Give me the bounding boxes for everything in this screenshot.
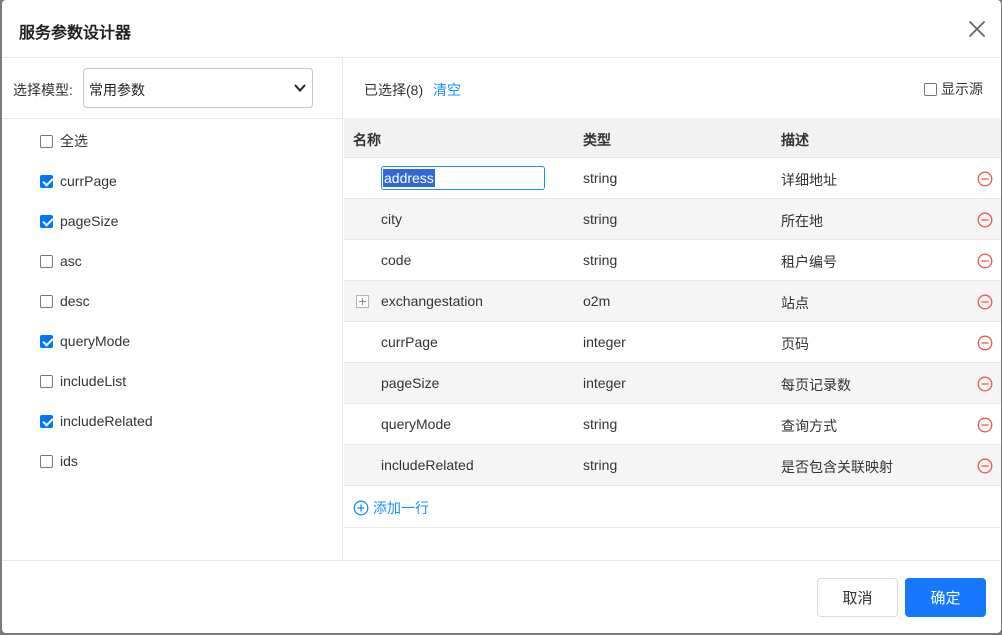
model-panel: 选择模型: 常用参数 全选 currPage pageSize asc desc… — [2, 58, 343, 560]
table-header: 名称 类型 描述 — [344, 118, 1001, 158]
desc-cell: 是否包含关联映射 — [781, 459, 893, 475]
service-param-designer-dialog: 服务参数设计器 选择模型: 常用参数 全选 currPage pageSize … — [2, 0, 1001, 633]
remove-row-icon[interactable] — [977, 335, 993, 351]
checkbox[interactable] — [40, 374, 53, 388]
checkbox-item-select-all[interactable]: 全选 — [40, 131, 88, 151]
add-row-label: 添加一行 — [373, 500, 429, 516]
desc-cell: 查询方式 — [781, 418, 837, 434]
remove-row-icon[interactable] — [977, 212, 993, 228]
name-cell[interactable]: exchangestation — [381, 293, 483, 309]
type-cell: o2m — [583, 293, 611, 309]
checkbox[interactable] — [40, 134, 53, 148]
desc-cell: 所在地 — [781, 213, 823, 229]
checkbox-label: currPage — [60, 173, 117, 189]
show-source-toggle[interactable]: 显示源 — [924, 79, 983, 99]
checkbox-label: queryMode — [60, 333, 131, 349]
checkbox[interactable] — [40, 294, 53, 308]
add-row-button[interactable]: 添加一行 — [353, 498, 429, 518]
table-row: code string 租户编号 — [344, 240, 1001, 281]
name-cell[interactable]: currPage — [381, 334, 438, 350]
desc-cell: 页码 — [781, 336, 809, 352]
table-row: pageSize integer 每页记录数 — [344, 363, 1001, 404]
plus-circle-icon — [353, 500, 369, 516]
model-select-value: 常用参数 — [89, 82, 145, 98]
desc-cell: 每页记录数 — [781, 377, 851, 393]
clear-link[interactable]: 清空 — [433, 80, 461, 100]
name-cell[interactable]: queryMode — [381, 416, 451, 432]
table-row: address string 详细地址 — [344, 158, 1001, 199]
type-cell: string — [583, 457, 618, 473]
checkbox-item-desc[interactable]: desc — [40, 291, 90, 311]
table-row: includeRelated string 是否包含关联映射 — [344, 445, 1001, 486]
remove-row-icon[interactable] — [977, 458, 993, 474]
show-source-checkbox[interactable] — [924, 82, 937, 96]
remove-row-icon[interactable] — [977, 171, 993, 187]
confirm-button[interactable]: 确定 — [905, 578, 986, 617]
name-cell[interactable]: pageSize — [381, 375, 439, 391]
remove-row-icon[interactable] — [977, 376, 993, 392]
chevron-down-icon — [294, 84, 306, 92]
checkbox-item-pageSize[interactable]: pageSize — [40, 211, 118, 231]
checkbox-item-currPage[interactable]: currPage — [40, 171, 117, 191]
type-cell: string — [583, 211, 618, 227]
checkbox-label: asc — [60, 253, 82, 269]
checkbox-item-includeRelated[interactable]: includeRelated — [40, 411, 153, 431]
name-cell[interactable]: includeRelated — [381, 457, 474, 473]
desc-cell: 详细地址 — [781, 172, 837, 188]
table-row: exchangestation o2m 站点 — [344, 281, 1001, 322]
close-icon[interactable] — [965, 17, 989, 41]
desc-cell: 租户编号 — [781, 254, 837, 270]
checkbox[interactable] — [40, 214, 53, 228]
cancel-button[interactable]: 取消 — [817, 578, 898, 617]
type-cell: integer — [583, 375, 626, 391]
name-field-selected-text: address — [383, 169, 435, 187]
checkbox[interactable] — [40, 454, 53, 468]
selected-count: 已选择(8) — [364, 82, 424, 98]
dialog-title: 服务参数设计器 — [19, 25, 132, 42]
model-select[interactable]: 常用参数 — [83, 68, 313, 108]
type-cell: integer — [583, 334, 626, 350]
checkbox[interactable] — [40, 174, 53, 188]
type-cell: string — [583, 416, 618, 432]
checkbox-item-includeList[interactable]: includeList — [40, 371, 126, 391]
checkbox-label: pageSize — [60, 213, 119, 229]
show-source-label: 显示源 — [941, 81, 983, 97]
table-row: currPage integer 页码 — [344, 322, 1001, 363]
name-cell[interactable]: city — [381, 211, 402, 227]
add-row-bar: 添加一行 — [344, 486, 1001, 528]
remove-row-icon[interactable] — [977, 253, 993, 269]
table-row: city string 所在地 — [344, 199, 1001, 240]
checkbox-item-queryMode[interactable]: queryMode — [40, 331, 130, 351]
column-header-type: 类型 — [583, 132, 611, 148]
checkbox-label: includeRelated — [60, 413, 153, 429]
type-cell: string — [583, 170, 618, 186]
checkbox-item-asc[interactable]: asc — [40, 251, 82, 271]
remove-row-icon[interactable] — [977, 417, 993, 433]
model-label: 选择模型: — [13, 82, 73, 98]
column-header-name: 名称 — [353, 132, 381, 148]
remove-row-icon[interactable] — [977, 294, 993, 310]
checkbox-item-ids[interactable]: ids — [40, 451, 78, 471]
dialog-footer: 取消 确定 — [2, 560, 1001, 633]
checkbox-label: includeList — [60, 373, 127, 389]
checkbox[interactable] — [40, 254, 53, 268]
checkbox-label: ids — [60, 453, 78, 469]
desc-cell: 站点 — [781, 295, 809, 311]
table-row: queryMode string 查询方式 — [344, 404, 1001, 445]
checkbox[interactable] — [40, 414, 53, 428]
selection-toolbar: 已选择(8) 清空 显示源 — [344, 58, 1001, 118]
name-cell[interactable]: code — [381, 252, 411, 268]
selected-params-panel: 已选择(8) 清空 显示源 名称 类型 描述 address string 详细… — [344, 58, 1001, 560]
expand-row-icon[interactable] — [356, 295, 369, 308]
dialog-header: 服务参数设计器 — [2, 0, 1001, 58]
checkbox[interactable] — [40, 334, 53, 348]
checkbox-label: desc — [60, 293, 90, 309]
checkbox-label: 全选 — [60, 133, 88, 149]
type-cell: string — [583, 252, 618, 268]
name-field[interactable]: address — [381, 166, 545, 190]
model-select-row: 选择模型: 常用参数 — [2, 58, 342, 119]
column-header-desc: 描述 — [781, 132, 809, 148]
